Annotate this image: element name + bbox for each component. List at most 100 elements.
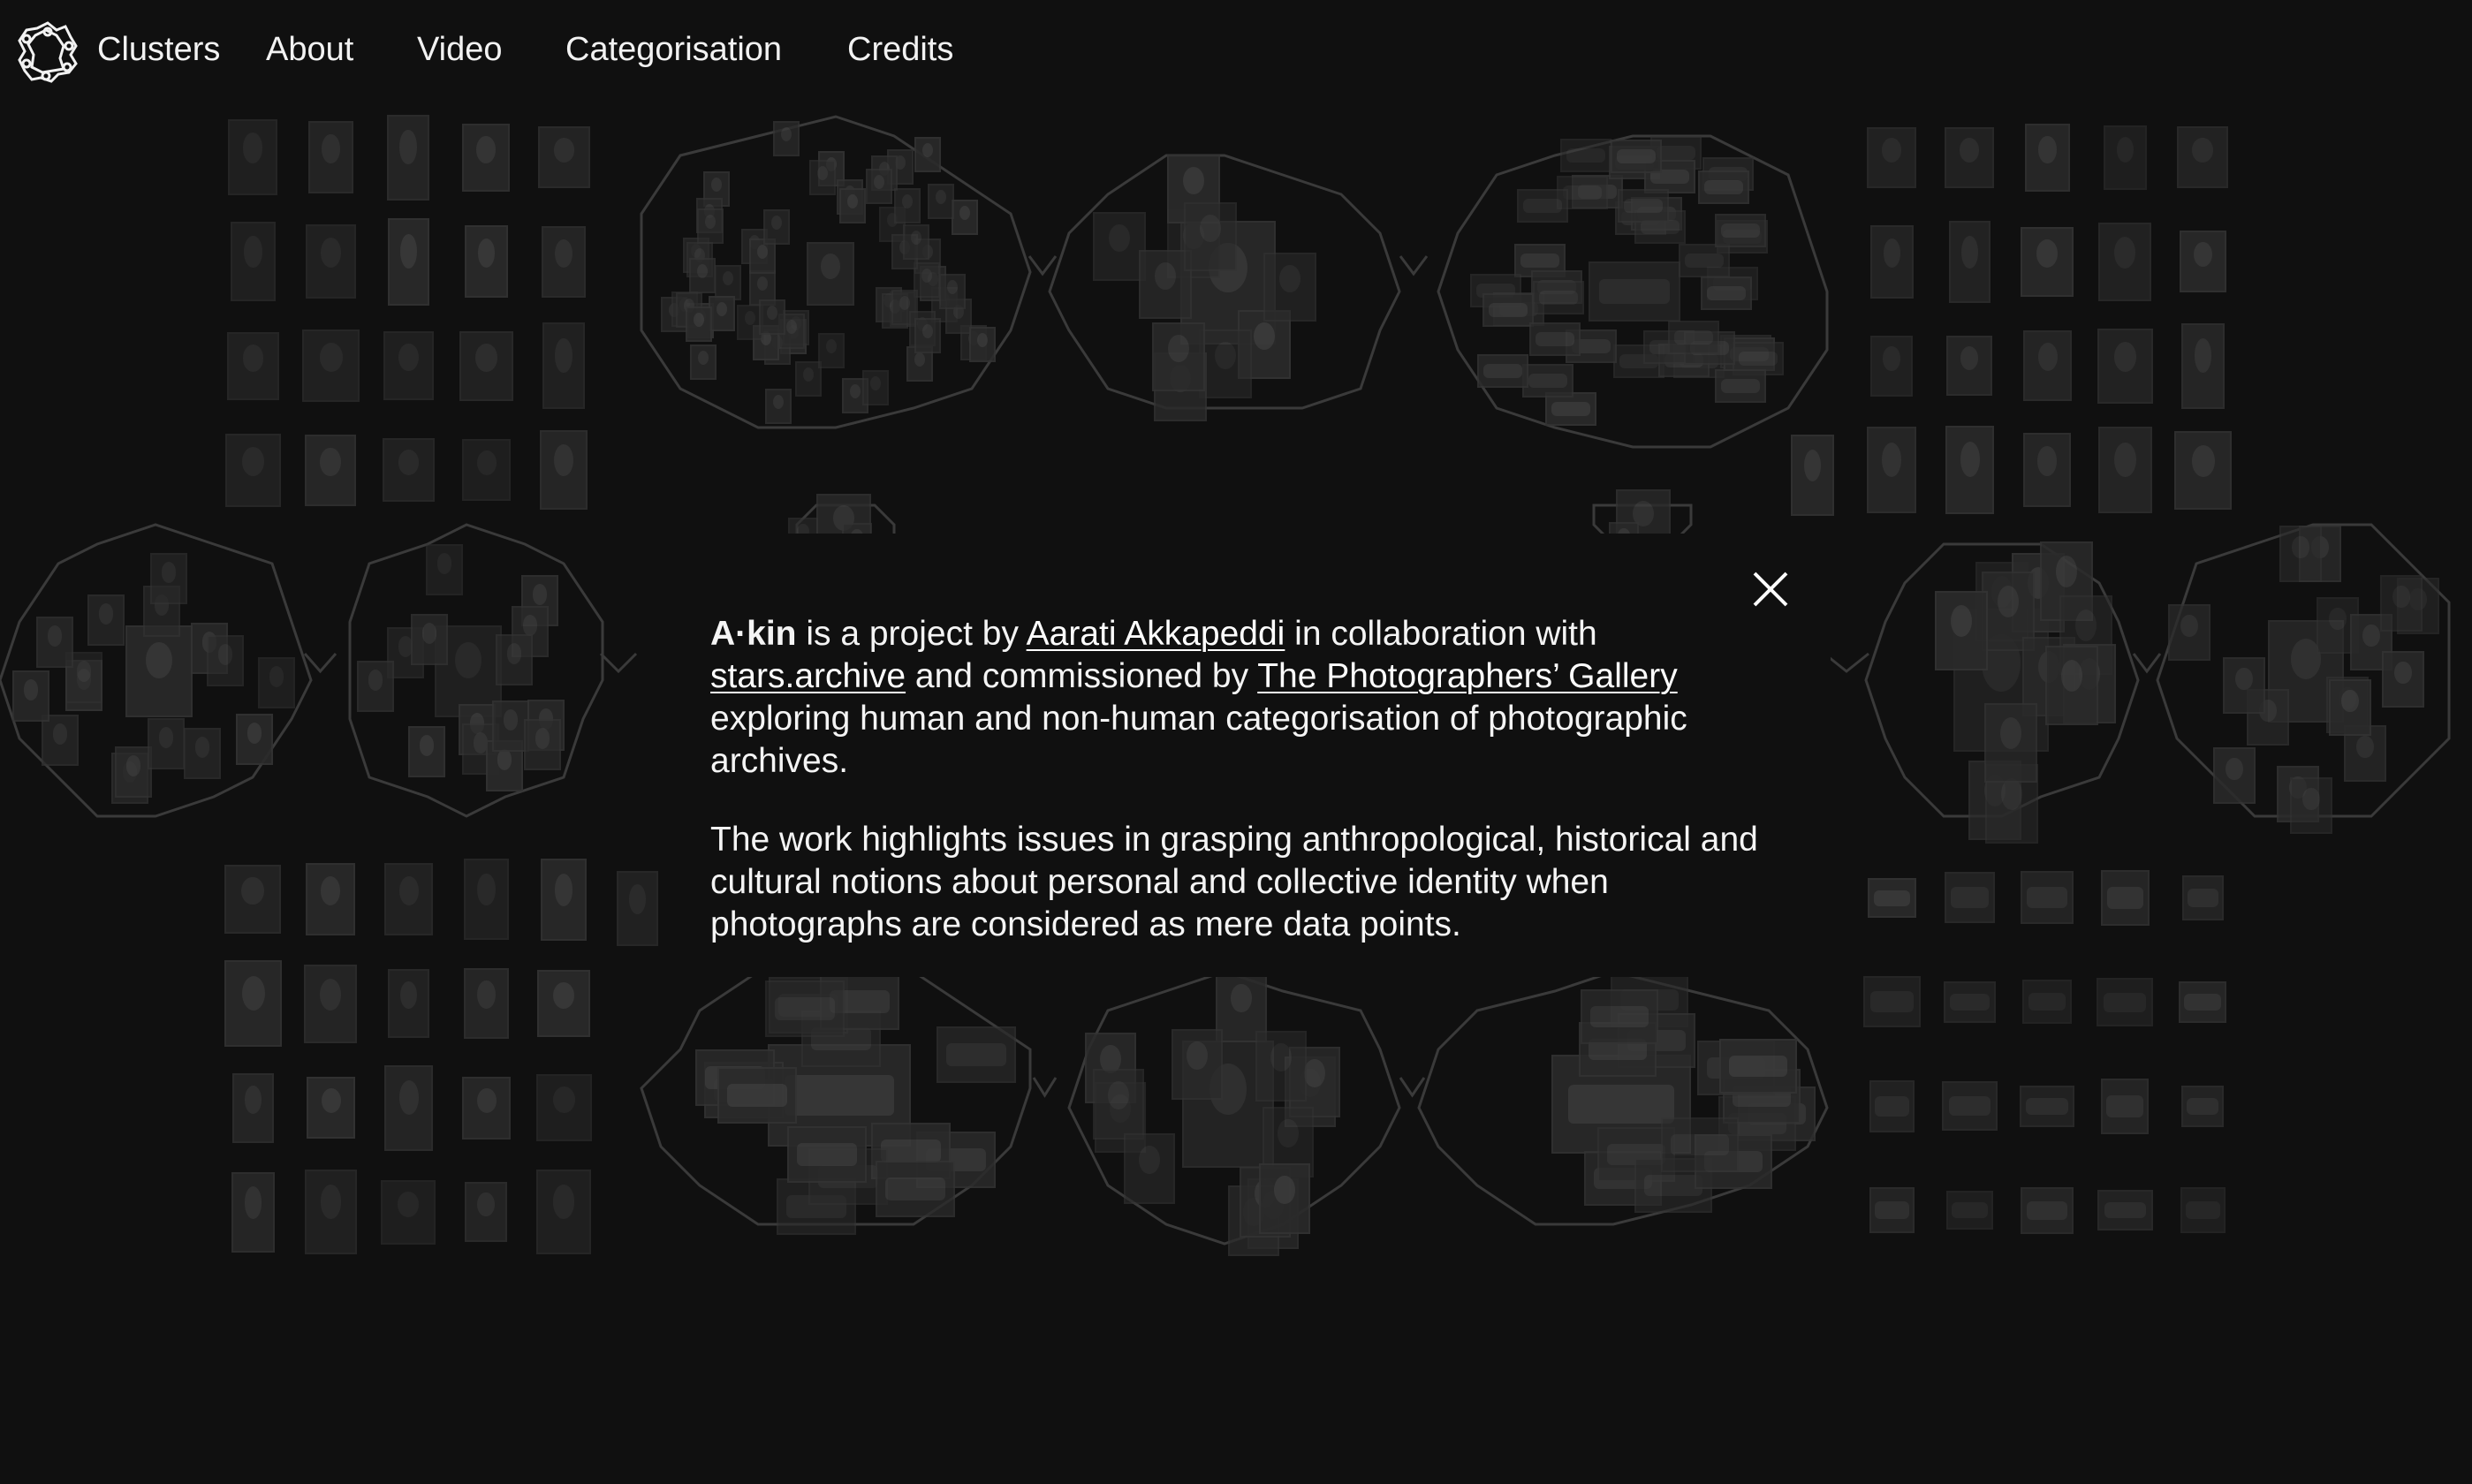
photo-thumbnail	[1863, 976, 1921, 1027]
photo-thumbnail	[306, 863, 355, 935]
photo-thumbnail	[115, 746, 152, 798]
photo-thumbnail	[2098, 223, 2151, 301]
photo-thumbnail	[2101, 1079, 2149, 1134]
photo-thumbnail	[2290, 777, 2332, 834]
photo-thumbnail	[1701, 276, 1752, 310]
photo-thumbnail	[1698, 170, 1749, 204]
project-name: A·kin	[710, 615, 797, 653]
photo-thumbnail	[2023, 330, 2072, 401]
photo-thumbnail	[383, 331, 434, 400]
photo-thumbnail	[686, 307, 712, 342]
photo-thumbnail	[464, 859, 509, 940]
photo-thumbnail	[2023, 433, 2071, 507]
photo-thumbnail	[2097, 978, 2153, 1026]
photo-thumbnail	[1259, 1163, 1310, 1234]
photo-thumbnail	[542, 226, 586, 298]
photo-thumbnail	[763, 209, 790, 245]
photo-thumbnail	[1560, 139, 1611, 172]
photo-thumbnail	[462, 1077, 511, 1140]
photo-thumbnail	[231, 222, 276, 301]
photo-thumbnail	[258, 657, 295, 708]
photo-thumbnail	[231, 1172, 275, 1253]
photo-thumbnail	[818, 333, 845, 368]
about-text: A·kin is a project by Aarati Akkapeddi i…	[710, 613, 1797, 982]
photo-thumbnail	[381, 1180, 436, 1245]
photo-thumbnail	[125, 625, 193, 718]
nav-categorisation[interactable]: Categorisation	[565, 26, 782, 72]
photo-thumbnail	[464, 968, 509, 1039]
photo-thumbnail	[227, 332, 279, 400]
about-paragraph-2: The work highlights issues in grasping a…	[710, 821, 1758, 943]
photo-thumbnail	[2223, 657, 2265, 714]
author-link[interactable]: Aarati Akkapeddi	[1027, 615, 1285, 653]
photo-thumbnail	[1093, 1069, 1144, 1140]
photo-thumbnail	[540, 430, 588, 510]
photo-thumbnail	[305, 1170, 357, 1254]
close-icon	[1753, 572, 1788, 607]
photo-thumbnail	[1679, 244, 1730, 277]
photo-thumbnail	[388, 969, 429, 1038]
photo-thumbnail	[1944, 981, 1996, 1023]
photo-thumbnail	[1482, 293, 1534, 327]
nav-about[interactable]: About	[266, 26, 353, 72]
nav-video[interactable]: Video	[417, 26, 503, 72]
photo-thumbnail	[787, 1126, 867, 1183]
photo-thumbnail	[236, 714, 273, 765]
photo-thumbnail	[2021, 1187, 2074, 1234]
photo-thumbnail	[690, 344, 717, 380]
photo-thumbnail	[462, 124, 510, 192]
photo-thumbnail	[2180, 231, 2226, 292]
photo-thumbnail	[1588, 261, 1681, 322]
nav-clusters[interactable]: Clusters	[97, 26, 220, 72]
photo-thumbnail	[1618, 189, 1669, 223]
photo-thumbnail	[1935, 591, 1988, 670]
photo-thumbnail	[2177, 126, 2228, 188]
photo-thumbnail	[2329, 679, 2371, 736]
photo-thumbnail	[384, 1065, 433, 1151]
photo-thumbnail	[1715, 369, 1766, 403]
photo-thumbnail	[765, 980, 845, 1037]
photo-thumbnail	[2045, 646, 2098, 725]
photo-thumbnail	[809, 160, 836, 195]
photo-thumbnail	[184, 728, 221, 779]
photo-thumbnail	[1945, 127, 1994, 188]
about-paragraph-1: A·kin is a project by Aarati Akkapeddi i…	[710, 613, 1797, 783]
photo-thumbnail	[542, 322, 585, 409]
photo-thumbnail	[536, 1170, 591, 1254]
photo-thumbnail	[866, 169, 892, 204]
photo-thumbnail	[2382, 651, 2424, 708]
nav-credits[interactable]: Credits	[847, 26, 953, 72]
logo-knot-icon	[18, 21, 78, 83]
photo-thumbnail	[537, 970, 590, 1037]
photo-thumbnail	[2168, 604, 2210, 661]
photo-thumbnail	[939, 274, 966, 309]
photo-thumbnail	[1949, 221, 1990, 303]
photo-thumbnail	[150, 553, 187, 604]
photo-thumbnail	[228, 119, 277, 195]
stars-archive-link[interactable]: stars.archive	[710, 657, 906, 695]
photo-thumbnail	[2181, 1086, 2224, 1127]
photo-thumbnail	[2182, 875, 2224, 920]
photo-thumbnail	[2098, 427, 2152, 513]
close-button[interactable]	[1744, 563, 1797, 616]
photo-thumbnail	[2021, 871, 2074, 924]
photo-thumbnail	[709, 296, 735, 331]
akin-knot-logo-icon[interactable]	[16, 19, 80, 83]
photo-thumbnail	[1719, 1039, 1797, 1094]
photo-thumbnail	[715, 265, 741, 300]
photo-thumbnail	[2022, 980, 2072, 1024]
photo-thumbnail	[408, 726, 445, 777]
photo-thumbnail	[387, 115, 429, 201]
photo-thumbnail	[2097, 1190, 2153, 1230]
photo-thumbnail	[304, 965, 357, 1043]
photo-thumbnail	[1945, 426, 1994, 514]
photo-thumbnail	[1945, 872, 1995, 923]
photo-thumbnail	[1868, 878, 1916, 918]
photo-thumbnail	[2180, 1187, 2226, 1233]
photographers-gallery-link[interactable]: The Photographers’ Gallery	[1257, 657, 1677, 695]
photo-thumbnail	[759, 299, 785, 335]
photo-thumbnail	[914, 318, 941, 353]
photo-thumbnail	[307, 1077, 355, 1139]
photo-thumbnail	[1093, 212, 1146, 281]
photo-thumbnail	[1870, 225, 1914, 299]
